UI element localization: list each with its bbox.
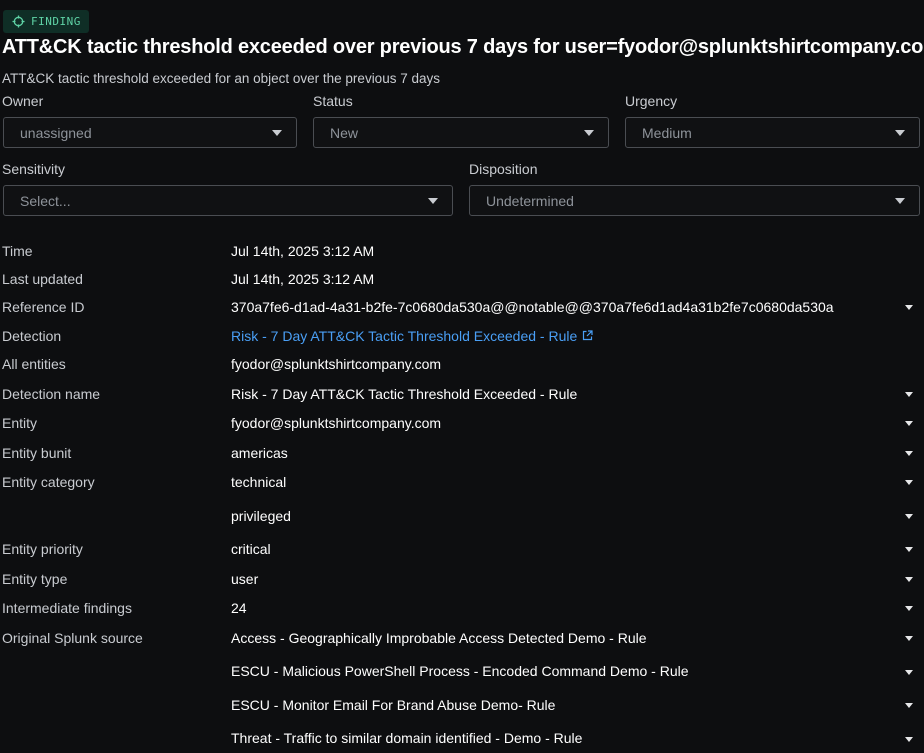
intermediate-findings-expand-icon[interactable] (905, 606, 913, 611)
entity-category-value-2: privileged (231, 508, 291, 524)
detection-label: Detection (2, 328, 62, 344)
external-link-icon (582, 328, 593, 344)
detection-name-expand-icon[interactable] (905, 392, 913, 397)
entity-priority-expand-icon[interactable] (905, 547, 913, 552)
chevron-down-icon (428, 197, 438, 204)
entity-bunit-expand-icon[interactable] (905, 451, 913, 456)
all-entities-value: fyodor@splunktshirtcompany.com (231, 356, 442, 372)
time-label: Time (2, 243, 33, 259)
page-title: ATT&CK tactic threshold exceeded over pr… (2, 36, 924, 58)
urgency-label: Urgency (625, 93, 678, 109)
entity-type-value: user (231, 571, 259, 587)
entity-category-label: Entity category (2, 474, 95, 490)
entity-bunit-value: americas (231, 445, 288, 461)
sensitivity-select[interactable]: Select... (3, 185, 453, 216)
sensitivity-label: Sensitivity (2, 161, 66, 177)
entity-category-expand-icon[interactable] (905, 514, 913, 519)
page-subtitle: ATT&CK tactic threshold exceeded for an … (2, 71, 440, 86)
original-source-expand-icon[interactable] (905, 670, 913, 675)
original-source-value-2: ESCU - Malicious PowerShell Process - En… (231, 663, 689, 679)
entity-expand-icon[interactable] (905, 421, 913, 426)
chevron-down-icon (272, 129, 282, 136)
entity-bunit-label: Entity bunit (2, 445, 72, 461)
owner-label: Owner (2, 93, 44, 109)
crosshair-icon (12, 15, 25, 28)
entity-value: fyodor@splunktshirtcompany.com (231, 415, 442, 431)
intermediate-findings-label: Intermediate findings (2, 600, 132, 616)
status-select[interactable]: New (313, 117, 609, 148)
original-source-value-4: Threat - Traffic to similar domain ident… (231, 730, 583, 746)
chevron-down-icon (584, 129, 594, 136)
entity-label: Entity (2, 415, 38, 431)
disposition-value: Undetermined (486, 192, 574, 209)
original-source-expand-icon[interactable] (905, 737, 913, 742)
original-source-value-3: ESCU - Monitor Email For Brand Abuse Dem… (231, 697, 556, 713)
status-label: Status (313, 93, 353, 109)
reference-id-value: 370a7fe6-d1ad-4a31-b2fe-7c0680da530a@@no… (231, 299, 834, 315)
entity-category-value-1: technical (231, 474, 287, 490)
finding-badge-label: FINDING (31, 15, 81, 28)
original-source-label: Original Splunk source (2, 630, 143, 646)
detection-name-label: Detection name (2, 386, 101, 402)
reference-id-label: Reference ID (2, 299, 85, 315)
intermediate-findings-value: 24 (231, 600, 247, 616)
original-source-expand-icon[interactable] (905, 636, 913, 641)
original-source-expand-icon[interactable] (905, 703, 913, 708)
owner-select[interactable]: unassigned (3, 117, 297, 148)
chevron-down-icon (895, 197, 905, 204)
detection-link-text: Risk - 7 Day ATT&CK Tactic Threshold Exc… (231, 328, 578, 344)
disposition-select[interactable]: Undetermined (469, 185, 920, 216)
entity-type-expand-icon[interactable] (905, 577, 913, 582)
entity-priority-value: critical (231, 541, 271, 557)
finding-badge: FINDING (3, 10, 89, 33)
last-updated-label: Last updated (2, 271, 83, 287)
entity-priority-label: Entity priority (2, 541, 83, 557)
detection-name-value: Risk - 7 Day ATT&CK Tactic Threshold Exc… (231, 386, 578, 402)
urgency-value: Medium (642, 124, 692, 141)
sensitivity-placeholder: Select... (20, 192, 71, 209)
urgency-select[interactable]: Medium (625, 117, 920, 148)
original-source-value-1: Access - Geographically Improbable Acces… (231, 630, 647, 646)
time-value: Jul 14th, 2025 3:12 AM (231, 243, 375, 259)
chevron-down-icon (895, 129, 905, 136)
reference-id-expand-icon[interactable] (905, 305, 913, 310)
status-value: New (330, 124, 359, 141)
disposition-label: Disposition (469, 161, 538, 177)
owner-value: unassigned (20, 124, 92, 141)
all-entities-label: All entities (2, 356, 66, 372)
entity-category-expand-icon[interactable] (905, 480, 913, 485)
detection-link[interactable]: Risk - 7 Day ATT&CK Tactic Threshold Exc… (231, 328, 593, 344)
last-updated-value: Jul 14th, 2025 3:12 AM (231, 271, 375, 287)
entity-type-label: Entity type (2, 571, 68, 587)
